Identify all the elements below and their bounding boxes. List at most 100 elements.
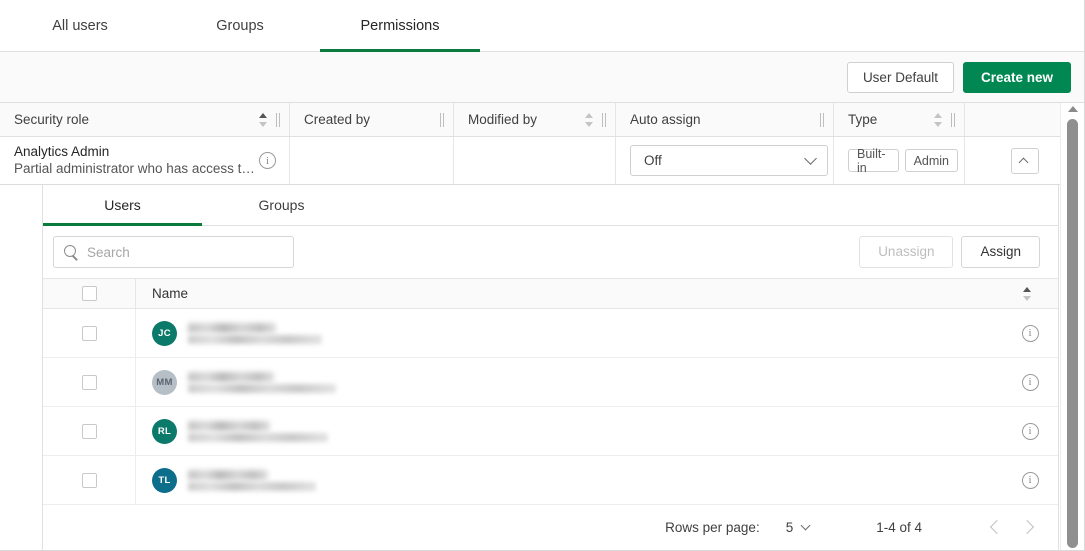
user-identity-cell: RL	[136, 419, 1002, 444]
main-tab-bar: All users Groups Permissions	[0, 0, 1084, 52]
row-info-cell: i	[1002, 472, 1058, 489]
detail-toolbar: Unassign Assign	[43, 226, 1058, 278]
table-row[interactable]: MM i	[43, 358, 1058, 407]
role-table-row: Analytics Admin Partial administrator wh…	[0, 137, 1084, 185]
table-row[interactable]: JC i	[43, 309, 1058, 358]
detail-tab-groups-label: Groups	[259, 197, 305, 213]
pagination-bar: Rows per page: 5 1-4 of 4	[43, 505, 1058, 549]
assign-button[interactable]: Assign	[961, 236, 1040, 268]
info-icon[interactable]: i	[259, 152, 276, 169]
user-identity	[188, 421, 328, 442]
role-cell-modified-by	[454, 137, 616, 184]
user-email-redacted	[188, 335, 322, 344]
next-page-button[interactable]	[1012, 510, 1046, 544]
select-all-cell	[43, 279, 136, 308]
table-row[interactable]: TL i	[43, 456, 1058, 505]
sort-icon[interactable]	[934, 113, 943, 127]
select-all-checkbox[interactable]	[82, 286, 97, 301]
permissions-page: All users Groups Permissions User Defaul…	[0, 0, 1085, 551]
tab-permissions[interactable]: Permissions	[320, 0, 480, 51]
detail-tab-users[interactable]: Users	[43, 185, 202, 225]
column-header-created-by-label: Created by	[304, 112, 438, 127]
role-cell-security-role[interactable]: Analytics Admin Partial administrator wh…	[0, 137, 290, 184]
auto-assign-select[interactable]: Off	[630, 145, 828, 176]
tab-underline	[202, 223, 361, 226]
avatar: JC	[152, 321, 177, 346]
detail-tab-users-label: Users	[104, 197, 141, 213]
row-checkbox[interactable]	[82, 473, 97, 488]
sort-ascending-icon[interactable]	[259, 113, 268, 127]
user-email-redacted	[188, 384, 336, 393]
detail-tab-bar: Users Groups	[43, 185, 1058, 226]
row-select-cell	[43, 456, 136, 504]
search-input[interactable]	[87, 245, 293, 260]
tab-groups[interactable]: Groups	[160, 0, 320, 51]
sort-ascending-icon[interactable]	[1023, 287, 1032, 301]
user-name-redacted	[188, 323, 276, 333]
column-header-type[interactable]: Type	[834, 103, 965, 136]
tab-all-users[interactable]: All users	[0, 0, 160, 51]
column-header-security-role[interactable]: Security role	[0, 103, 290, 136]
info-icon[interactable]: i	[1022, 374, 1039, 391]
user-identity-cell: JC	[136, 321, 1002, 346]
column-resize-handle[interactable]	[438, 113, 447, 127]
column-header-modified-by[interactable]: Modified by	[454, 103, 616, 136]
column-header-type-label: Type	[848, 112, 934, 127]
row-checkbox[interactable]	[82, 424, 97, 439]
scrollbar-thumb[interactable]	[1067, 119, 1078, 548]
sort-icon[interactable]	[585, 113, 594, 127]
row-select-cell	[43, 309, 136, 357]
pagination-range: 1-4 of 4	[876, 520, 922, 535]
row-select-cell	[43, 358, 136, 406]
user-name-redacted	[188, 470, 268, 480]
column-header-sort[interactable]	[1002, 287, 1058, 301]
role-detail-panel: Users Groups Unassign Assign Name	[42, 185, 1059, 550]
tab-all-users-label: All users	[52, 18, 108, 34]
avatar: MM	[152, 370, 177, 395]
collapse-row-button[interactable]	[1011, 148, 1039, 174]
info-icon[interactable]: i	[1022, 325, 1039, 342]
chevron-left-icon	[990, 520, 1004, 534]
table-row[interactable]: RL i	[43, 407, 1058, 456]
detail-tab-groups[interactable]: Groups	[202, 185, 361, 225]
column-header-created-by[interactable]: Created by	[290, 103, 454, 136]
role-cell-type: Built-in Admin	[834, 137, 965, 184]
column-header-auto-assign[interactable]: Auto assign	[616, 103, 834, 136]
column-resize-handle[interactable]	[600, 113, 609, 127]
unassign-button[interactable]: Unassign	[859, 236, 953, 268]
search-icon	[64, 245, 79, 260]
row-checkbox[interactable]	[82, 326, 97, 341]
row-info-cell: i	[1002, 374, 1058, 391]
column-header-security-role-label: Security role	[14, 112, 259, 127]
tab-permissions-label: Permissions	[361, 18, 440, 34]
rows-per-page-select[interactable]: 5	[786, 520, 813, 535]
column-header-modified-by-label: Modified by	[468, 112, 585, 127]
column-header-name[interactable]: Name	[136, 286, 1002, 301]
role-table-header: Security role Created by Modified by Aut…	[0, 103, 1084, 137]
avatar: RL	[152, 419, 177, 444]
create-new-button[interactable]: Create new	[963, 62, 1071, 93]
tab-underline-active	[43, 223, 202, 226]
user-name-redacted	[188, 421, 270, 431]
info-icon[interactable]: i	[1022, 472, 1039, 489]
info-icon[interactable]: i	[1022, 423, 1039, 440]
vertical-scrollbar[interactable]	[1060, 103, 1084, 550]
user-identity	[188, 470, 316, 491]
user-email-redacted	[188, 482, 316, 491]
chevron-up-icon	[1018, 157, 1028, 167]
scroll-up-arrow-icon[interactable]	[1068, 106, 1078, 112]
user-identity	[188, 372, 336, 393]
search-box[interactable]	[53, 236, 294, 268]
row-select-cell	[43, 407, 136, 455]
action-bar: User Default Create new	[0, 52, 1084, 103]
users-table-header: Name	[43, 278, 1058, 309]
row-checkbox[interactable]	[82, 375, 97, 390]
chevron-right-icon	[1020, 520, 1034, 534]
user-default-button[interactable]: User Default	[847, 62, 954, 93]
column-resize-handle[interactable]	[818, 113, 827, 127]
user-identity	[188, 323, 322, 344]
column-resize-handle[interactable]	[949, 113, 958, 127]
column-resize-handle[interactable]	[274, 113, 283, 127]
previous-page-button[interactable]	[978, 510, 1012, 544]
role-cell-created-by	[290, 137, 454, 184]
